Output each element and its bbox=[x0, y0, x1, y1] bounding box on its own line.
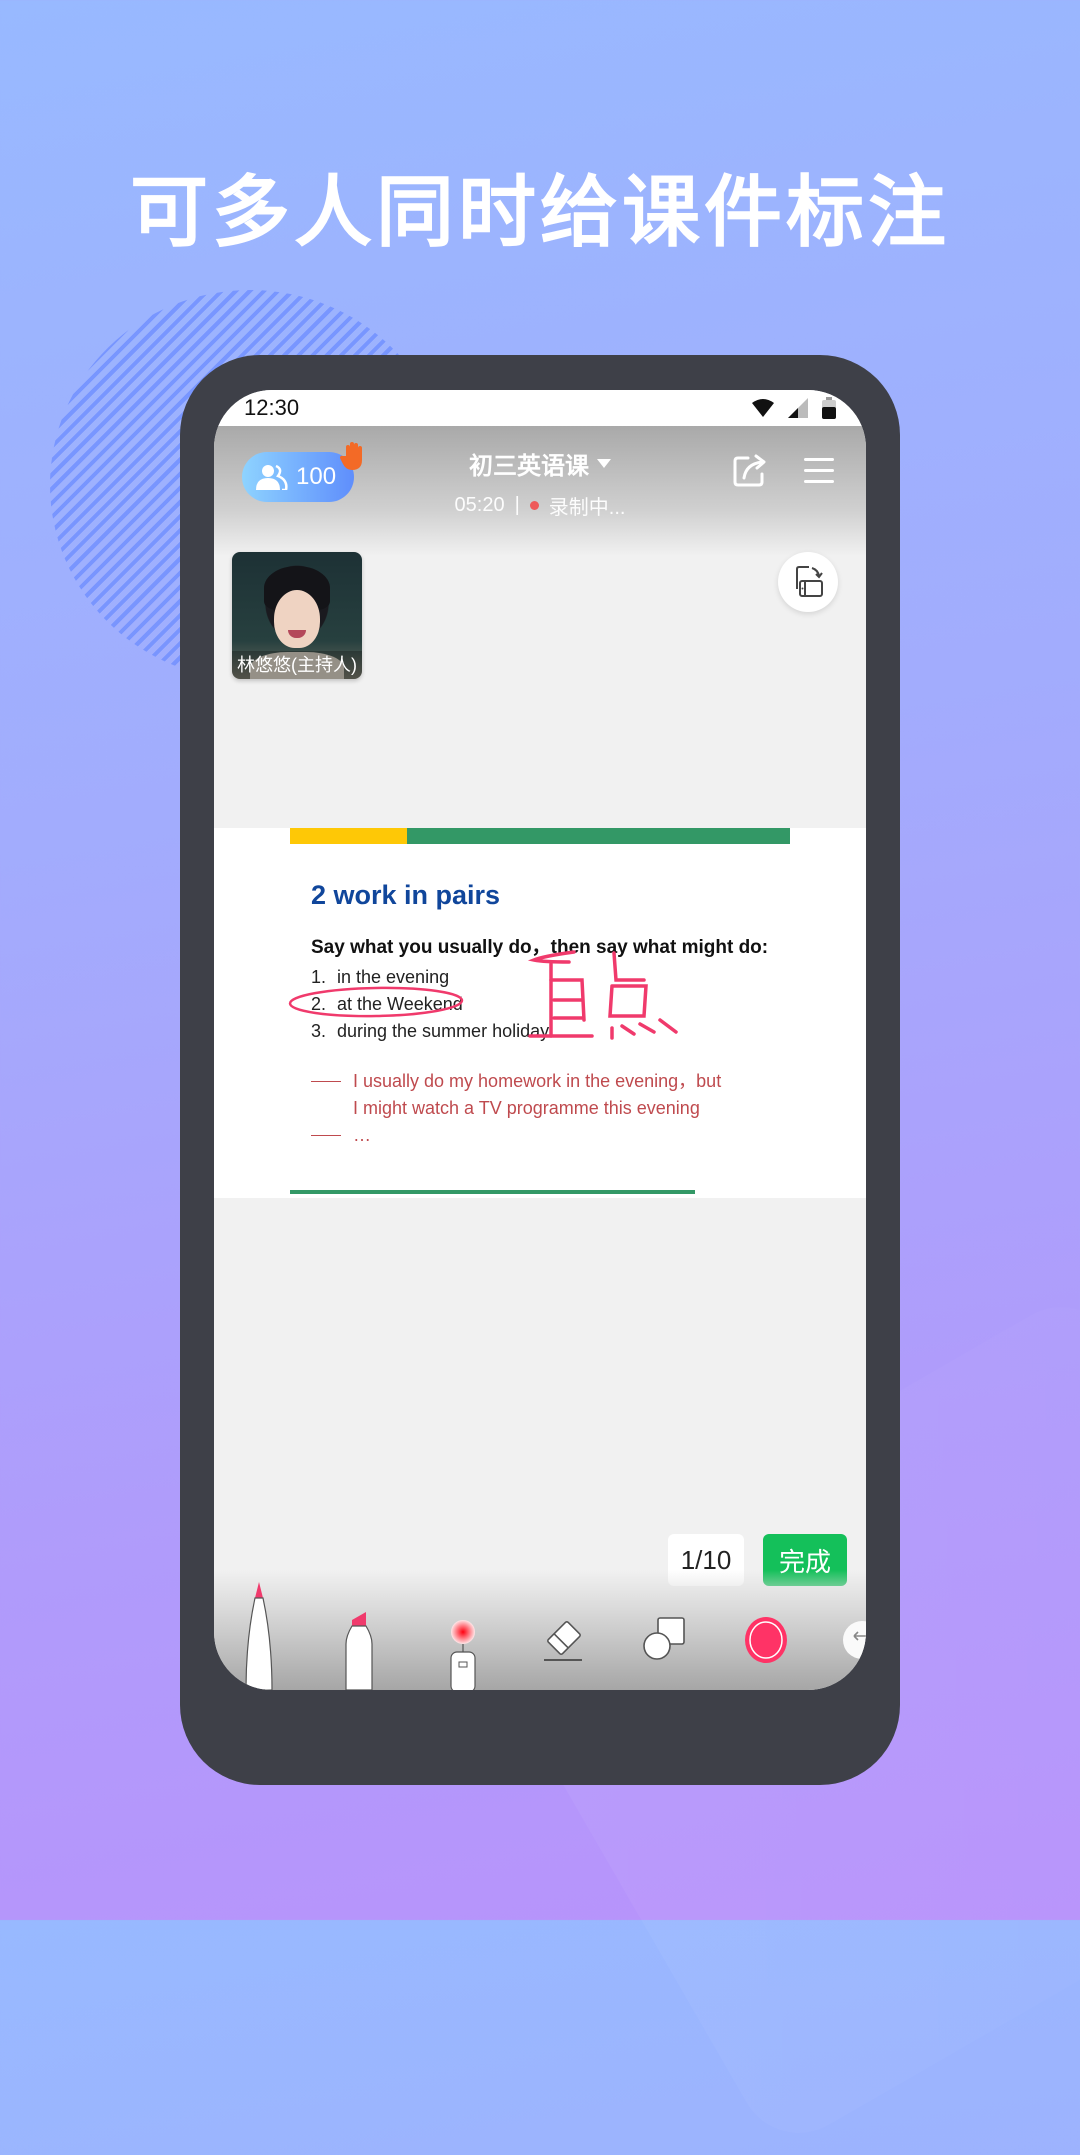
list-item: 3. during the summer holiday bbox=[311, 1021, 550, 1041]
annotation-handwriting bbox=[527, 950, 678, 1040]
courseware-slide[interactable]: 2 work in pairs Say what you usually do，… bbox=[214, 828, 866, 1198]
slide-instruction: Say what you usually do，then say what mi… bbox=[311, 937, 769, 958]
rotate-screen-button[interactable] bbox=[778, 552, 838, 612]
recording-status: 录制中... bbox=[548, 497, 626, 519]
slide-heading: 2 work in pairs bbox=[311, 880, 501, 910]
recording-dot-icon bbox=[529, 501, 539, 510]
laser-pointer-tool-icon[interactable] bbox=[448, 1618, 478, 1690]
highlighter-tool-icon[interactable] bbox=[344, 1610, 374, 1690]
wifi-icon bbox=[752, 399, 774, 417]
list-item: 2. at the Weekend bbox=[311, 994, 463, 1014]
example-line-1: I usually do my homework in the evening，… bbox=[353, 1071, 722, 1091]
status-bar: 12:30 bbox=[214, 390, 866, 426]
course-title-dropdown[interactable]: 初三英语课 bbox=[469, 446, 611, 481]
share-icon[interactable] bbox=[732, 452, 770, 488]
caret-down-icon bbox=[597, 459, 611, 468]
annotation-toolbar bbox=[214, 1570, 866, 1690]
separator: | bbox=[514, 494, 520, 516]
shapes-tool-icon[interactable] bbox=[642, 1616, 686, 1662]
list-item: 1. in the evening bbox=[311, 967, 450, 987]
signal-icon bbox=[788, 398, 808, 418]
course-title: 初三英语课 bbox=[469, 453, 589, 480]
undo-icon[interactable] bbox=[842, 1620, 866, 1660]
pen-tool-icon[interactable] bbox=[244, 1580, 274, 1690]
eraser-tool-icon[interactable] bbox=[542, 1616, 586, 1664]
slide-top-bar bbox=[290, 828, 790, 844]
video-frame-face bbox=[274, 590, 320, 648]
example-more: … bbox=[353, 1125, 371, 1145]
top-bar: 100 初三英语课 05:20 | 录制中... bbox=[214, 426, 866, 556]
color-picker-icon[interactable] bbox=[744, 1616, 788, 1664]
example-line-2: I might watch a TV programme this evenin… bbox=[353, 1098, 700, 1118]
slide-list: 1. in the evening 2. at the Weekend 3. duri… bbox=[311, 964, 549, 1045]
presenter-video[interactable]: 林悠悠(主持人) bbox=[232, 552, 362, 679]
presenter-label: 林悠悠(主持人) bbox=[232, 651, 362, 679]
slide-bottom-bar bbox=[290, 1190, 695, 1194]
menu-icon[interactable] bbox=[804, 458, 834, 491]
elapsed-time: 05:20 bbox=[454, 494, 505, 516]
rotate-screen-icon bbox=[796, 566, 823, 597]
session-status: 05:20 | 录制中... bbox=[214, 491, 866, 520]
status-time: 12:30 bbox=[244, 395, 300, 420]
slide-example: I usually do my homework in the evening，… bbox=[311, 1068, 721, 1149]
battery-icon bbox=[822, 397, 836, 419]
promo-headline: 可多人同时给课件标注 bbox=[129, 168, 950, 258]
phone-screen: 12:30 100 初三英语课 05:20 | 录制中... 林悠悠(主持人) … bbox=[214, 390, 866, 1690]
